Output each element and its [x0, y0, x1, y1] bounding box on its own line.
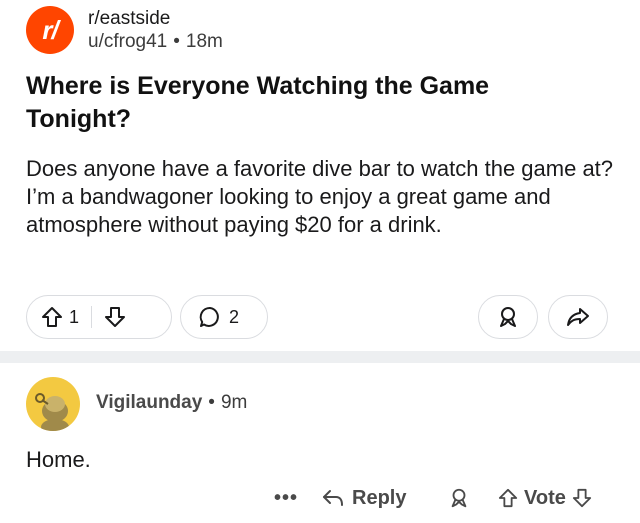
reply-arrow-icon [322, 487, 344, 509]
share-button[interactable] [548, 295, 608, 339]
comments-button[interactable]: 2 [180, 295, 268, 339]
downvote-icon[interactable] [572, 488, 592, 508]
subreddit-name[interactable]: r/eastside [88, 8, 223, 30]
share-arrow-icon [566, 305, 590, 329]
vote-label: Vote [524, 486, 566, 509]
vote-divider [91, 306, 93, 328]
comment-body: Home. [26, 447, 91, 472]
subreddit-logo-text: r/ [42, 14, 58, 45]
comment-bubble-icon [199, 306, 221, 328]
comment-age: 9m [220, 392, 248, 413]
more-options-button[interactable]: ••• [274, 482, 298, 514]
vote-bar: 1 [26, 295, 172, 339]
award-icon [448, 487, 470, 509]
more-dots-icon: ••• [274, 486, 299, 509]
post-age: 18m [185, 30, 223, 52]
comment-vote-bar: Vote [498, 482, 592, 514]
upvote-icon[interactable] [498, 488, 518, 508]
post-header: r/ r/eastside u/cfrog41 • 18m [26, 6, 223, 54]
upvote-count: 1 [69, 306, 80, 327]
upvote-icon[interactable] [41, 306, 63, 328]
avatar[interactable] [26, 377, 80, 431]
post-author-line: u/cfrog41 • 18m [88, 31, 223, 53]
subreddit-logo[interactable]: r/ [26, 6, 74, 54]
award-button[interactable] [478, 295, 538, 339]
post-body: Does anyone have a favorite dive bar to … [26, 156, 614, 237]
reply-button[interactable]: Reply [322, 482, 406, 514]
downvote-icon[interactable] [104, 306, 126, 328]
post-author[interactable]: u/cfrog41 [88, 31, 167, 52]
comment-count: 2 [229, 306, 240, 327]
post-meta: r/eastside u/cfrog41 • 18m [88, 8, 223, 53]
award-icon [496, 305, 520, 329]
comment-author-line: Vigilaunday • 9m [96, 392, 247, 414]
section-separator [0, 351, 640, 363]
post-title[interactable]: Where is Everyone Watching the Game Toni… [26, 70, 586, 136]
reply-label: Reply [352, 486, 407, 509]
comment-meta-separator: • [208, 392, 215, 413]
meta-separator: • [173, 30, 180, 52]
comment-author[interactable]: Vigilaunday [96, 392, 202, 413]
comment-award-button[interactable] [448, 482, 470, 514]
